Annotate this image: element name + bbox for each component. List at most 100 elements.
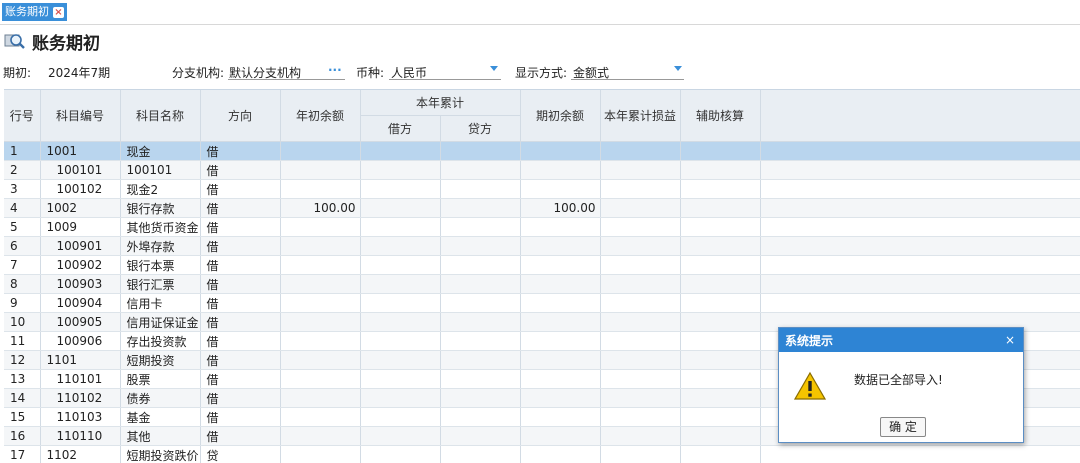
cell-period-open[interactable]: [520, 313, 600, 332]
header-aux[interactable]: 辅助核算: [680, 90, 760, 142]
cell-period-open[interactable]: [520, 332, 600, 351]
table-row[interactable]: 8100903银行汇票借: [4, 275, 1080, 294]
cell-year-open[interactable]: [280, 275, 360, 294]
cell-name[interactable]: 银行存款: [120, 199, 200, 218]
cell-credit[interactable]: [440, 313, 520, 332]
cell-ytd-pl[interactable]: [600, 294, 680, 313]
cell-credit[interactable]: [440, 256, 520, 275]
cell-name[interactable]: 其他: [120, 427, 200, 446]
header-period-open[interactable]: 期初余额: [520, 90, 600, 142]
cell-ytd-pl[interactable]: [600, 427, 680, 446]
cell-code[interactable]: 100903: [40, 275, 120, 294]
cell-credit[interactable]: [440, 408, 520, 427]
cell-period-open[interactable]: 100.00: [520, 199, 600, 218]
cell-debit[interactable]: [360, 142, 440, 161]
cell-aux[interactable]: [680, 180, 760, 199]
cell-debit[interactable]: [360, 332, 440, 351]
cell-aux[interactable]: [680, 161, 760, 180]
header-credit[interactable]: 贷方: [440, 116, 520, 142]
cell-aux[interactable]: [680, 313, 760, 332]
cell-aux[interactable]: [680, 294, 760, 313]
cell-ytd-pl[interactable]: [600, 408, 680, 427]
table-row[interactable]: 2100101100101借: [4, 161, 1080, 180]
cell-debit[interactable]: [360, 427, 440, 446]
header-code[interactable]: 科目编号: [40, 90, 120, 142]
cell-credit[interactable]: [440, 351, 520, 370]
cell-code[interactable]: 1001: [40, 142, 120, 161]
cell-debit[interactable]: [360, 446, 440, 463]
cell-filler[interactable]: [760, 256, 1080, 275]
cell-name[interactable]: 现金: [120, 142, 200, 161]
cell-ytd-pl[interactable]: [600, 199, 680, 218]
cell-filler[interactable]: [760, 237, 1080, 256]
cell-credit[interactable]: [440, 237, 520, 256]
cell-filler[interactable]: [760, 275, 1080, 294]
cell-direction[interactable]: 借: [200, 408, 280, 427]
cell-year-open[interactable]: [280, 180, 360, 199]
cell-debit[interactable]: [360, 256, 440, 275]
cell-credit[interactable]: [440, 161, 520, 180]
cell-period-open[interactable]: [520, 275, 600, 294]
cell-aux[interactable]: [680, 237, 760, 256]
cell-code[interactable]: 100901: [40, 237, 120, 256]
cell-direction[interactable]: 借: [200, 294, 280, 313]
cell-ytd-pl[interactable]: [600, 275, 680, 294]
cell-filler[interactable]: [760, 218, 1080, 237]
cell-code[interactable]: 1101: [40, 351, 120, 370]
cell-credit[interactable]: [440, 142, 520, 161]
cell-year-open[interactable]: [280, 389, 360, 408]
cell-period-open[interactable]: [520, 408, 600, 427]
cell-debit[interactable]: [360, 161, 440, 180]
cell-aux[interactable]: [680, 389, 760, 408]
cell-year-open[interactable]: [280, 370, 360, 389]
cell-year-open[interactable]: [280, 351, 360, 370]
cell-debit[interactable]: [360, 218, 440, 237]
cell-period-open[interactable]: [520, 351, 600, 370]
cell-code[interactable]: 100902: [40, 256, 120, 275]
cell-ytd-pl[interactable]: [600, 237, 680, 256]
cell-direction[interactable]: 贷: [200, 446, 280, 463]
cell-period-open[interactable]: [520, 161, 600, 180]
cell-code[interactable]: 110110: [40, 427, 120, 446]
cell-debit[interactable]: [360, 351, 440, 370]
cell-ytd-pl[interactable]: [600, 218, 680, 237]
cell-period-open[interactable]: [520, 180, 600, 199]
cell-name[interactable]: 股票: [120, 370, 200, 389]
cell-direction[interactable]: 借: [200, 275, 280, 294]
cell-year-open[interactable]: [280, 142, 360, 161]
cell-year-open[interactable]: [280, 237, 360, 256]
cell-code[interactable]: 110103: [40, 408, 120, 427]
cell-aux[interactable]: [680, 142, 760, 161]
cell-code[interactable]: 100101: [40, 161, 120, 180]
table-row[interactable]: 3100102现金2借: [4, 180, 1080, 199]
cell-year-open[interactable]: [280, 427, 360, 446]
cell-ytd-pl[interactable]: [600, 313, 680, 332]
cell-period-open[interactable]: [520, 294, 600, 313]
cell-code[interactable]: 100905: [40, 313, 120, 332]
tab-account-opening[interactable]: 账务期初 ×: [2, 3, 67, 21]
cell-ytd-pl[interactable]: [600, 370, 680, 389]
cell-filler[interactable]: [760, 199, 1080, 218]
cell-code[interactable]: 100904: [40, 294, 120, 313]
ok-button[interactable]: 确 定: [880, 417, 926, 437]
cell-direction[interactable]: 借: [200, 427, 280, 446]
table-row[interactable]: 6100901外埠存款借: [4, 237, 1080, 256]
cell-ytd-pl[interactable]: [600, 180, 680, 199]
cell-name[interactable]: 100101: [120, 161, 200, 180]
cell-aux[interactable]: [680, 351, 760, 370]
cell-period-open[interactable]: [520, 142, 600, 161]
close-icon[interactable]: ×: [53, 7, 64, 18]
cell-name[interactable]: 短期投资: [120, 351, 200, 370]
currency-dropdown-icon[interactable]: [490, 66, 498, 71]
cell-debit[interactable]: [360, 275, 440, 294]
cell-direction[interactable]: 借: [200, 389, 280, 408]
cell-debit[interactable]: [360, 294, 440, 313]
cell-filler[interactable]: [760, 294, 1080, 313]
cell-period-open[interactable]: [520, 237, 600, 256]
cell-aux[interactable]: [680, 446, 760, 463]
cell-direction[interactable]: 借: [200, 237, 280, 256]
cell-ytd-pl[interactable]: [600, 142, 680, 161]
cell-direction[interactable]: 借: [200, 199, 280, 218]
cell-code[interactable]: 100102: [40, 180, 120, 199]
cell-ytd-pl[interactable]: [600, 389, 680, 408]
